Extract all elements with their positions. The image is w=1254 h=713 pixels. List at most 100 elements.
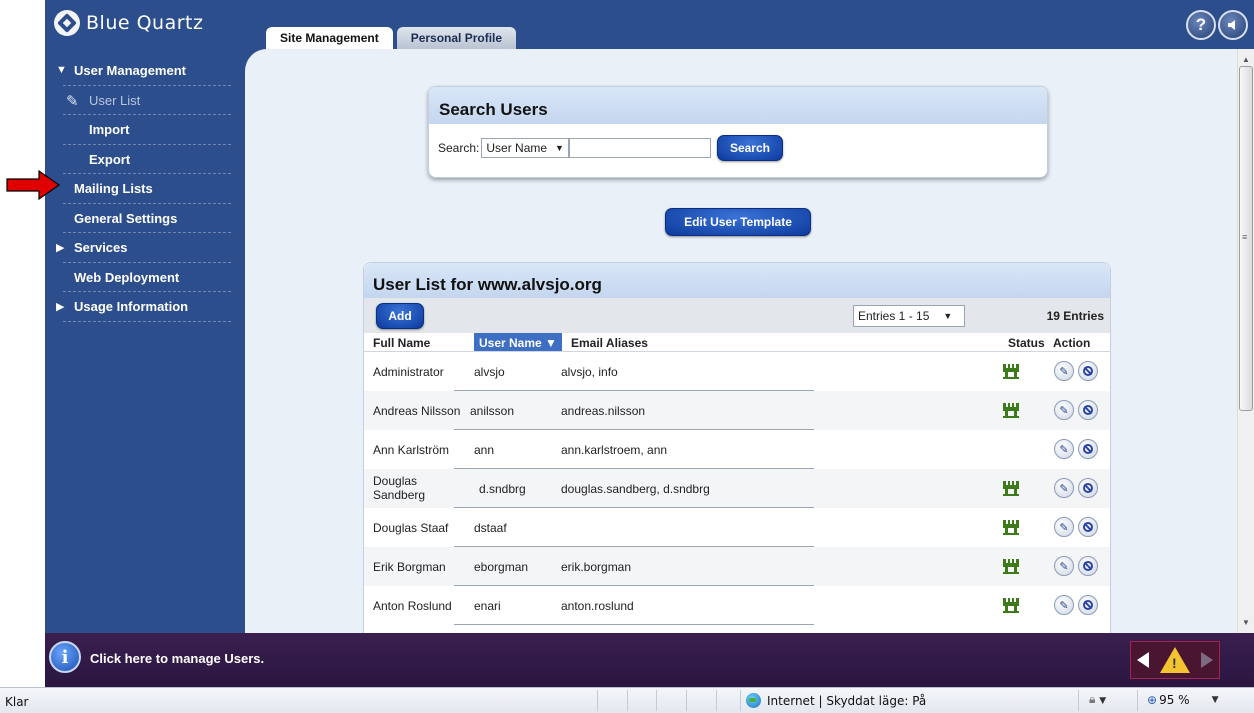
col-user-name[interactable]: User Name ▼	[474, 333, 562, 351]
security-zone[interactable]: Internet | Skyddat läge: På	[746, 693, 926, 708]
cell-full-name: Andreas Nilsson	[373, 404, 461, 418]
col-full-name[interactable]: Full Name	[373, 336, 430, 350]
sidebar-item-services[interactable]: ▶ Services	[53, 233, 231, 263]
cell-full-name: Erik Borgman	[373, 560, 446, 574]
search-row: Search: User Name ▼ Search	[438, 135, 783, 161]
help-icon[interactable]: ?	[1186, 10, 1216, 40]
triangle-right-icon: ▶	[56, 242, 65, 254]
search-field-select[interactable]: User Name ▼	[481, 138, 569, 158]
search-panel-title: Search Users	[429, 87, 1047, 124]
table-row[interactable]: Douglas Sandberg d.sndbrg douglas.sandberg,…	[364, 469, 1110, 508]
annotation-arrow-icon	[6, 169, 61, 201]
sidebar-item-label: Mailing Lists	[74, 181, 153, 197]
col-email-aliases[interactable]: Email Aliases	[571, 336, 648, 350]
status-divider	[627, 690, 628, 711]
edit-user-icon[interactable]: ✎	[1054, 517, 1074, 537]
zoom-level: 95 %	[1159, 693, 1190, 707]
cell-user-name: enari	[474, 599, 501, 613]
user-list-rows: Administrator alvsjo alvsjo, info ✎ Andreas …	[364, 352, 1110, 625]
info-icon: i	[49, 641, 81, 673]
header-buttons: ?	[1186, 10, 1248, 40]
cell-user-name: dstaaf	[474, 521, 507, 535]
warning-icon[interactable]	[1159, 647, 1190, 673]
status-divider	[686, 690, 687, 711]
search-input[interactable]	[568, 138, 711, 158]
triangle-right-icon: ▶	[56, 301, 65, 313]
table-row[interactable]: Douglas Staaf dstaaf ✎	[364, 508, 1110, 547]
delete-user-icon[interactable]	[1078, 439, 1098, 459]
table-row[interactable]: Andreas Nilsson anilsson andreas.nilsson ✎	[364, 391, 1110, 430]
cell-full-name: Anton Roslund	[373, 599, 452, 613]
entries-select[interactable]: Entries 1 - 15 ▼	[853, 305, 965, 327]
sidebar-item-import[interactable]: Import	[53, 115, 231, 145]
sidebar-item-user-management[interactable]: ▼ User Management	[53, 56, 231, 86]
sidebar-item-usage-information[interactable]: ▶ Usage Information	[53, 292, 231, 322]
sidebar-item-label: General Settings	[74, 210, 178, 226]
cell-user-name: ann	[474, 443, 495, 457]
delete-user-icon[interactable]	[1078, 556, 1098, 576]
status-divider	[740, 690, 741, 711]
previous-alert-icon[interactable]	[1136, 652, 1149, 668]
search-button[interactable]: Search	[716, 135, 783, 161]
delete-user-icon[interactable]	[1078, 595, 1098, 615]
tab-personal-profile[interactable]: Personal Profile	[396, 27, 517, 49]
delete-user-icon[interactable]	[1078, 361, 1098, 381]
zoom-dropdown-icon[interactable]: ▼	[1212, 695, 1219, 705]
info-message[interactable]: Click here to manage Users.	[90, 651, 264, 666]
cell-user-name: eborgman	[474, 560, 529, 574]
edit-user-icon[interactable]: ✎	[1054, 556, 1074, 576]
vertical-scrollbar[interactable]: ▲ ≡ ▼	[1237, 49, 1254, 633]
edit-user-icon[interactable]: ✎	[1054, 439, 1074, 459]
sidebar-item-label: User List	[89, 92, 141, 108]
speaker-icon[interactable]	[1218, 10, 1248, 40]
dropdown-arrow-icon: ▼	[943, 311, 953, 321]
app-logo[interactable]: Blue Quartz	[54, 10, 203, 36]
scroll-grip-icon: ≡	[1242, 232, 1248, 242]
row-divider	[454, 624, 814, 625]
pencil-icon: ✎	[66, 92, 79, 110]
user-list-title: User List for www.alvsjo.org	[364, 263, 1110, 298]
edit-user-icon[interactable]: ✎	[1054, 400, 1074, 420]
edit-user-template-button[interactable]: Edit User Template	[665, 208, 811, 236]
user-list-header: Full Name User Name ▼ Email Aliases Stat…	[364, 333, 1110, 352]
sidebar-item-user-list[interactable]: ✎ User List	[53, 86, 231, 116]
table-row[interactable]: Anton Roslund enari anton.roslund ✎	[364, 586, 1110, 625]
edit-user-icon[interactable]: ✎	[1054, 361, 1074, 381]
col-action: Action	[1053, 336, 1091, 350]
scroll-up-icon[interactable]: ▲	[1242, 55, 1250, 64]
security-zone-text: Internet | Skyddat läge: På	[767, 693, 927, 708]
logo-text: Blue Quartz	[86, 12, 204, 34]
edit-user-icon[interactable]: ✎	[1054, 478, 1074, 498]
table-row[interactable]: Administrator alvsjo alvsjo, info ✎	[364, 352, 1110, 391]
delete-user-icon[interactable]	[1078, 400, 1098, 420]
status-divider	[656, 690, 657, 711]
info-bar[interactable]: i Click here to manage Users.	[45, 633, 1254, 687]
zoom-control[interactable]: ⊕ 95 % ▼	[1147, 693, 1218, 707]
sidebar-item-web-deployment[interactable]: Web Deployment	[53, 263, 231, 293]
edit-user-icon[interactable]: ✎	[1054, 595, 1074, 615]
delete-user-icon[interactable]	[1078, 517, 1098, 537]
cell-full-name: Douglas Sandberg	[373, 474, 425, 502]
triangle-down-icon: ▼	[56, 64, 67, 76]
scroll-down-icon[interactable]: ▼	[1242, 618, 1250, 627]
next-alert-icon[interactable]	[1201, 652, 1214, 668]
tab-site-management[interactable]: Site Management	[266, 27, 393, 49]
sidebar-item-general-settings[interactable]: General Settings	[53, 204, 231, 234]
table-row[interactable]: Erik Borgman eborgman erik.borgman ✎	[364, 547, 1110, 586]
add-user-button[interactable]: Add	[376, 303, 424, 329]
main-content: Search Users Search: User Name ▼ Search …	[245, 49, 1237, 633]
sidebar-item-export[interactable]: Export	[53, 145, 231, 175]
main-tabs: Site Management Personal Profile	[266, 27, 520, 49]
cell-email-aliases: erik.borgman	[561, 560, 632, 574]
protected-mode-icon[interactable]: 🔒︎ ▼	[1089, 692, 1106, 707]
cell-email-aliases: anton.roslund	[561, 599, 634, 613]
cell-full-name-line: Douglas	[373, 474, 418, 488]
blue-quartz-logo-icon	[54, 10, 80, 36]
status-active-icon	[1003, 598, 1019, 613]
delete-user-icon[interactable]	[1078, 478, 1098, 498]
entries-count: 19 Entries	[1046, 309, 1104, 323]
sidebar-item-label: Usage Information	[74, 299, 189, 315]
cell-user-name: alvsjo	[474, 365, 505, 379]
table-row[interactable]: Ann Karlström ann ann.karlstroem, ann ✎	[364, 430, 1110, 469]
sidebar-item-mailing-lists[interactable]: Mailing Lists	[53, 174, 231, 204]
